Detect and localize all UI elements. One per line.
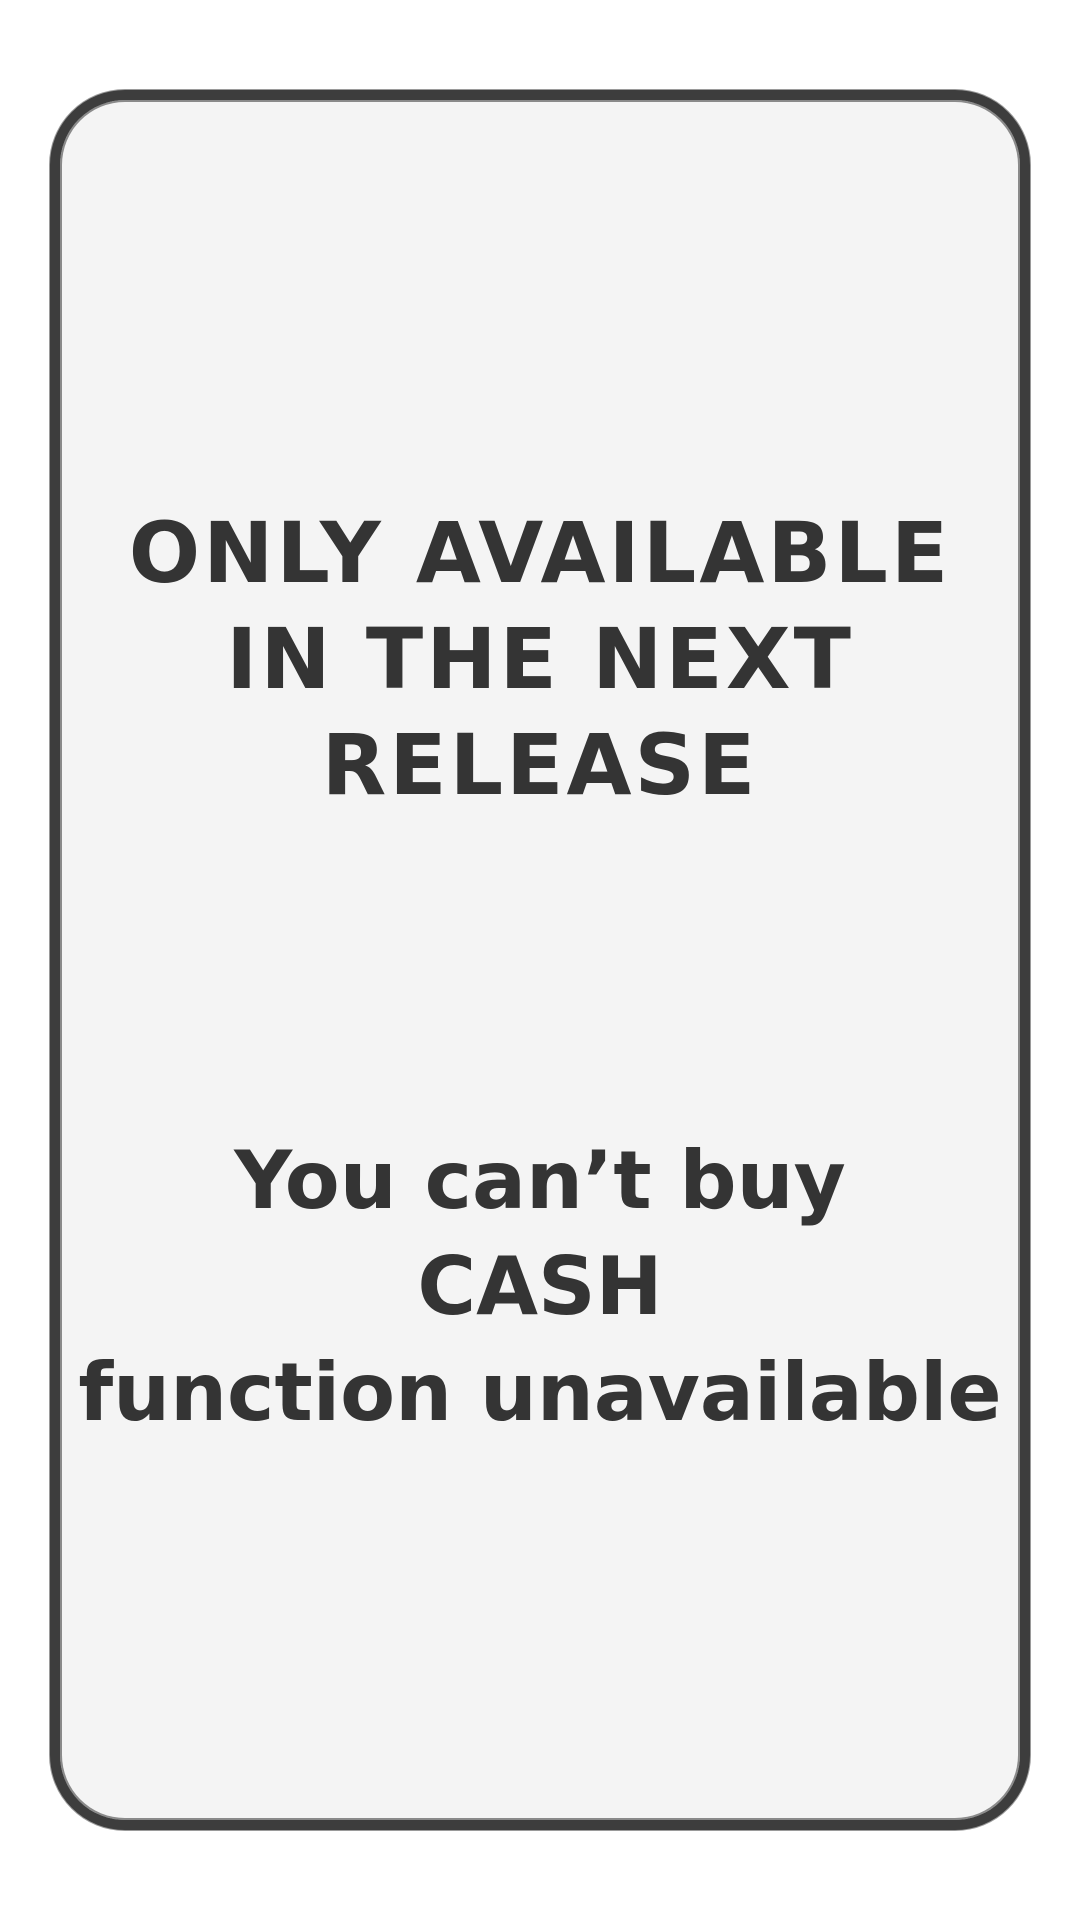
message-line-3: function unavailable: [78, 1346, 1002, 1439]
headline-line-3: RELEASE: [321, 716, 759, 814]
headline-line-1: ONLY AVAILABLE: [128, 504, 952, 602]
release-headline: ONLY AVAILABLE IN THE NEXT RELEASE: [60, 500, 1020, 818]
cash-unavailable-message: You can’t buy CASH function unavailable: [60, 1128, 1020, 1446]
unavailable-notice-card: ONLY AVAILABLE IN THE NEXT RELEASE You c…: [50, 90, 1030, 1830]
message-line-2: CASH: [417, 1240, 663, 1333]
headline-line-2: IN THE NEXT: [226, 610, 854, 708]
message-line-1: You can’t buy: [234, 1134, 846, 1227]
